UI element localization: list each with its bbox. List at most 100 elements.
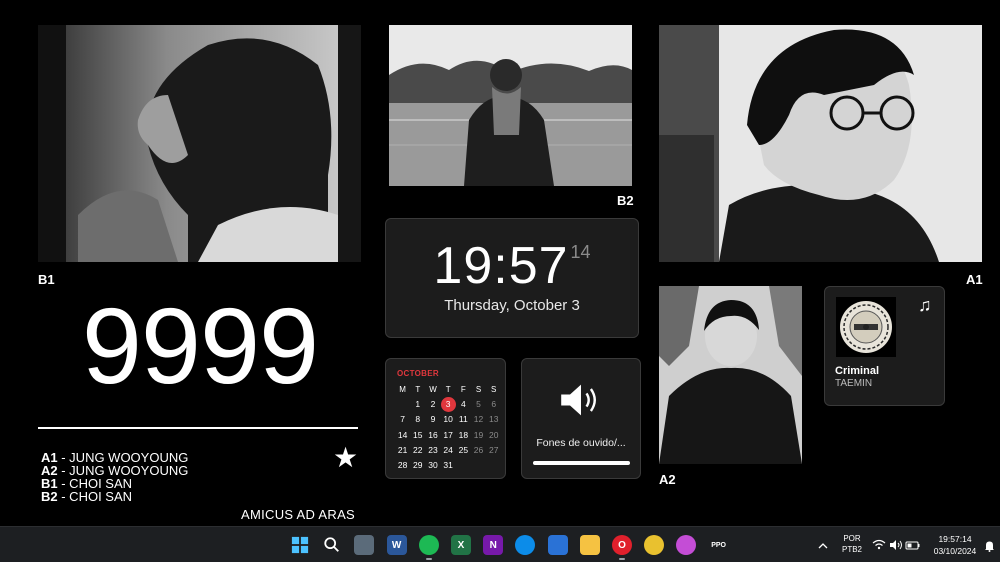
clock-seconds: 14: [570, 242, 591, 262]
photo-b2-label: B2: [617, 193, 634, 208]
calendar-weekday: W: [429, 385, 437, 394]
volume-fill: [533, 461, 630, 465]
photo-b1-image: [38, 25, 361, 262]
explorer-icon[interactable]: [579, 535, 600, 555]
calendar-day[interactable]: 6: [486, 397, 501, 412]
input-language[interactable]: POR PTB2: [838, 534, 866, 554]
clock-date: Thursday, October 3: [444, 297, 580, 314]
calendar-day[interactable]: 22: [410, 443, 425, 458]
big-counter: 9999: [81, 285, 319, 406]
clock-hours-minutes: 19:57: [433, 237, 569, 295]
calendar-day[interactable]: 10: [441, 412, 456, 427]
clock-time: 19:57 14: [385, 236, 639, 296]
photo-b2: [389, 25, 632, 186]
calendar-day[interactable]: 26: [471, 443, 486, 458]
calendar-day[interactable]: 19: [471, 428, 486, 443]
calendar-day[interactable]: 1: [410, 397, 425, 412]
song-artist: TAEMIN: [835, 378, 873, 389]
taskbar: W X N O PPO POR PTB2 19:57:14 03/10/2024: [0, 526, 1000, 562]
credit-name: - CHOI SAN: [57, 489, 133, 504]
word-icon[interactable]: W: [386, 535, 407, 555]
paint-icon[interactable]: [676, 535, 697, 555]
input-layout-code: PTB2: [841, 545, 862, 554]
photo-a1-label: A1: [966, 272, 983, 287]
spotify-icon[interactable]: [418, 535, 439, 555]
photo-a1: [659, 25, 982, 262]
calendar-widget[interactable]: OCTOBER M T W T F S S 1 2 3 4 5 6 7 8 9 10 11 12 13 14 15 16 17…: [385, 358, 506, 479]
credit-code: B2: [41, 489, 58, 504]
calendar-day[interactable]: 31: [441, 458, 456, 473]
calendar-weekday: S: [491, 385, 497, 394]
star-icon: ★: [333, 442, 359, 473]
chrome-icon[interactable]: [644, 535, 665, 555]
system-time: 19:57:14: [938, 534, 972, 544]
edge-icon[interactable]: [515, 535, 536, 555]
input-language-code: POR: [843, 534, 861, 543]
calendar-weekday: T: [445, 385, 451, 394]
credits-list: A1 - JUNG WOOYOUNG A2 - JUNG WOOYOUNG B1…: [41, 451, 188, 503]
opera-icon[interactable]: O: [612, 535, 632, 555]
calendar-day[interactable]: 17: [441, 428, 456, 443]
notification-bell-icon[interactable]: [984, 539, 995, 552]
calendar-day[interactable]: 14: [395, 428, 410, 443]
photo-b1-label: B1: [38, 272, 55, 287]
calendar-day[interactable]: 24: [441, 443, 456, 458]
calendar-weekday: S: [475, 385, 482, 394]
calendar-weekday: F: [460, 385, 466, 394]
calendar-day[interactable]: 18: [456, 428, 471, 443]
calendar-day[interactable]: 15: [410, 428, 425, 443]
calendar-day[interactable]: 20: [486, 428, 501, 443]
photo-b2-image: [389, 25, 632, 186]
calendar-day[interactable]: 30: [425, 458, 440, 473]
start-icon[interactable]: [290, 535, 310, 555]
running-indicator: [425, 558, 432, 560]
onenote-icon[interactable]: N: [483, 535, 504, 555]
calendar-day[interactable]: 29: [410, 458, 425, 473]
calendar-day[interactable]: 25: [456, 443, 471, 458]
calendar-day[interactable]: 28: [395, 458, 410, 473]
calendar-day[interactable]: 7: [395, 412, 410, 427]
album-art: [836, 297, 896, 357]
calendar-day[interactable]: 5: [471, 397, 486, 412]
photo-a2-image: [659, 286, 802, 464]
credit-row: B2 - CHOI SAN: [41, 490, 188, 503]
calendar-day[interactable]: 8: [410, 412, 425, 427]
volume-slider[interactable]: [533, 461, 630, 465]
wifi-icon: [872, 539, 886, 550]
quick-settings[interactable]: [872, 538, 922, 552]
calendar-day-today[interactable]: 3: [440, 397, 456, 413]
show-hidden-icons-chevron-icon[interactable]: [818, 538, 828, 549]
calendar-grid: M T W T F S S 1 2 3 4 5 6 7 8 9 10 11 12 13 14 15 16 17 18 19 20 21…: [395, 382, 501, 473]
calendar-empty: [395, 397, 410, 412]
system-date: 03/10/2024: [933, 546, 977, 556]
calendar-day[interactable]: 21: [395, 443, 410, 458]
system-clock[interactable]: 19:57:14 03/10/2024: [928, 534, 982, 556]
app-icon[interactable]: PPO: [709, 535, 729, 555]
calendar-day[interactable]: 16: [425, 428, 440, 443]
store-icon[interactable]: [547, 535, 568, 555]
photo-a1-image: [659, 25, 982, 262]
running-indicator: [619, 558, 625, 560]
calendar-day[interactable]: 13: [486, 412, 501, 427]
calendar-day[interactable]: 4: [456, 397, 471, 412]
calendar-day[interactable]: 12: [471, 412, 486, 427]
photo-a2: [659, 286, 802, 464]
speaker-icon: [561, 384, 596, 416]
motto-text: AMICUS AD ARAS: [241, 507, 356, 522]
volume-device-label: Fones de ouvido/...: [536, 437, 626, 449]
photo-a2-label: A2: [659, 472, 676, 487]
divider-line: [38, 427, 358, 429]
widgets-icon[interactable]: [354, 535, 375, 555]
calendar-day[interactable]: 27: [486, 443, 501, 458]
excel-icon[interactable]: X: [451, 535, 471, 555]
calendar-day[interactable]: 2: [425, 397, 440, 412]
music-note-icon: ♫: [918, 295, 932, 315]
calendar-month: OCTOBER: [397, 369, 439, 378]
song-title: Criminal: [835, 365, 880, 377]
search-icon[interactable]: [322, 535, 342, 555]
calendar-weekday: M: [399, 385, 406, 394]
calendar-day[interactable]: 11: [456, 412, 471, 427]
calendar-day[interactable]: 23: [425, 443, 440, 458]
calendar-weekday: T: [415, 385, 421, 394]
calendar-day[interactable]: 9: [425, 412, 440, 427]
